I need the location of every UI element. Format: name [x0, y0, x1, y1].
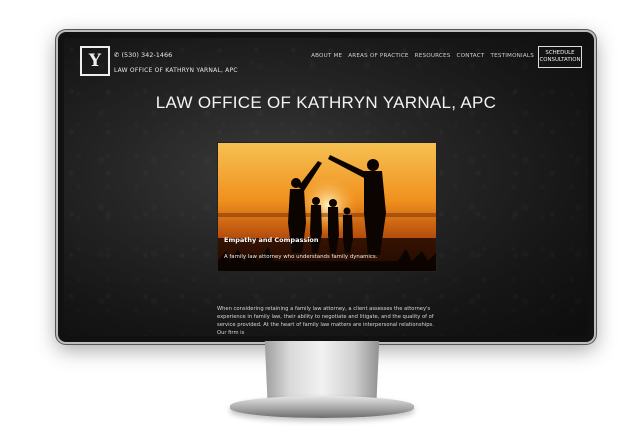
nav-about-me[interactable]: ABOUT ME	[311, 53, 342, 59]
phone-number[interactable]: ✆ (530) 342-1466	[114, 51, 172, 59]
phone-text: (530) 342-1466	[121, 51, 173, 59]
nav-contact[interactable]: CONTACT	[457, 53, 485, 59]
main-nav: ABOUT ME AREAS OF PRACTICE RESOURCES CON…	[311, 53, 534, 59]
card-caption: A family law attorney who understands fa…	[224, 254, 378, 260]
nav-areas-of-practice[interactable]: AREAS OF PRACTICE	[348, 53, 408, 59]
card-title: Empathy and Compassion	[224, 236, 319, 244]
intro-paragraph: When considering retaining a family law …	[217, 306, 434, 336]
monitor-frame: Y ✆ (530) 342-1466 LAW OFFICE OF KATHRYN…	[56, 30, 596, 344]
phone-icon: ✆	[114, 51, 120, 59]
family-sunset-image	[218, 143, 436, 271]
nav-resources[interactable]: RESOURCES	[415, 53, 451, 59]
firm-subtitle: LAW OFFICE OF KATHRYN YARNAL, APC	[114, 67, 238, 74]
hero-image-card: Empathy and Compassion A family law atto…	[217, 142, 437, 272]
monitor-stand-neck	[264, 341, 380, 399]
cta-line-2: CONSULTATION	[539, 57, 581, 63]
monitor-stand-base	[230, 396, 414, 418]
logo-letter: Y	[88, 51, 102, 71]
hero-title: LAW OFFICE OF KATHRYN YARNAL, APC	[155, 93, 497, 112]
schedule-consultation-button[interactable]: SCHEDULE CONSULTATION	[538, 46, 582, 68]
cta-line-1: SCHEDULE	[545, 50, 575, 56]
website-screen: Y ✆ (530) 342-1466 LAW OFFICE OF KATHRYN…	[64, 38, 588, 336]
nav-testimonials[interactable]: TESTIMONIALS	[490, 53, 534, 59]
site-logo[interactable]: Y	[80, 46, 110, 76]
